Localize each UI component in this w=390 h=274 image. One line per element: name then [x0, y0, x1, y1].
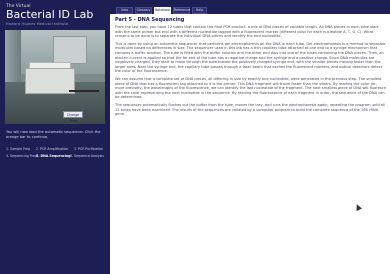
instruction-caption: You will now load the automatic sequence… — [6, 130, 101, 139]
tab-help[interactable]: Help — [192, 7, 207, 14]
tab-intro[interactable]: Intro — [116, 7, 133, 14]
paragraph-2: This is done by using an automatic seque… — [115, 41, 386, 74]
sequencer-device[interactable] — [25, 68, 75, 94]
photo-cabinet — [53, 36, 87, 64]
photo-wire — [69, 90, 99, 92]
paragraph-3: We can assume that a complete set of DNA… — [115, 76, 386, 100]
paragraph-1: From the last step, you have 12 tubes th… — [115, 25, 379, 39]
nav-step-sample-prep[interactable]: 1. Sample Prep — [6, 147, 30, 151]
left-panel: The Virtual Bacterial ID Lab Howard Hugh… — [0, 0, 110, 274]
brand-title: Bacterial ID Lab — [6, 8, 94, 21]
lab-photo: Change View — [5, 30, 105, 124]
nav-step-sequencing-prep[interactable]: 4. Sequencing Prep — [6, 154, 37, 158]
brand-subtitle: Howard Hughes Medical Institute — [6, 22, 69, 26]
paragraph-4: The sequencer automatically flushes out … — [115, 102, 385, 117]
nav-step-sequence-analysis[interactable]: 6. Sequence Analysis — [70, 154, 104, 158]
nav-step-pcr-amplification[interactable]: 2. PCR Amplification — [36, 147, 68, 151]
tab-glossary[interactable]: Glossary — [135, 7, 152, 14]
page-title: Part 5 - DNA Sequencing — [115, 17, 185, 23]
change-view-button[interactable]: Change View — [63, 111, 83, 123]
mouse-cursor-icon — [354, 203, 362, 211]
tab-notebook[interactable]: Notebook — [154, 7, 171, 14]
nav-step-dna-sequencing[interactable]: 5. DNA Sequencing — [36, 154, 70, 158]
content-area: Part 5 - DNA Sequencing From the last st… — [115, 17, 387, 120]
top-bar — [110, 0, 390, 14]
nav-step-pcr-purification[interactable]: 3. PCR Purification — [74, 147, 103, 151]
tab-reference[interactable]: Reference — [173, 7, 190, 14]
